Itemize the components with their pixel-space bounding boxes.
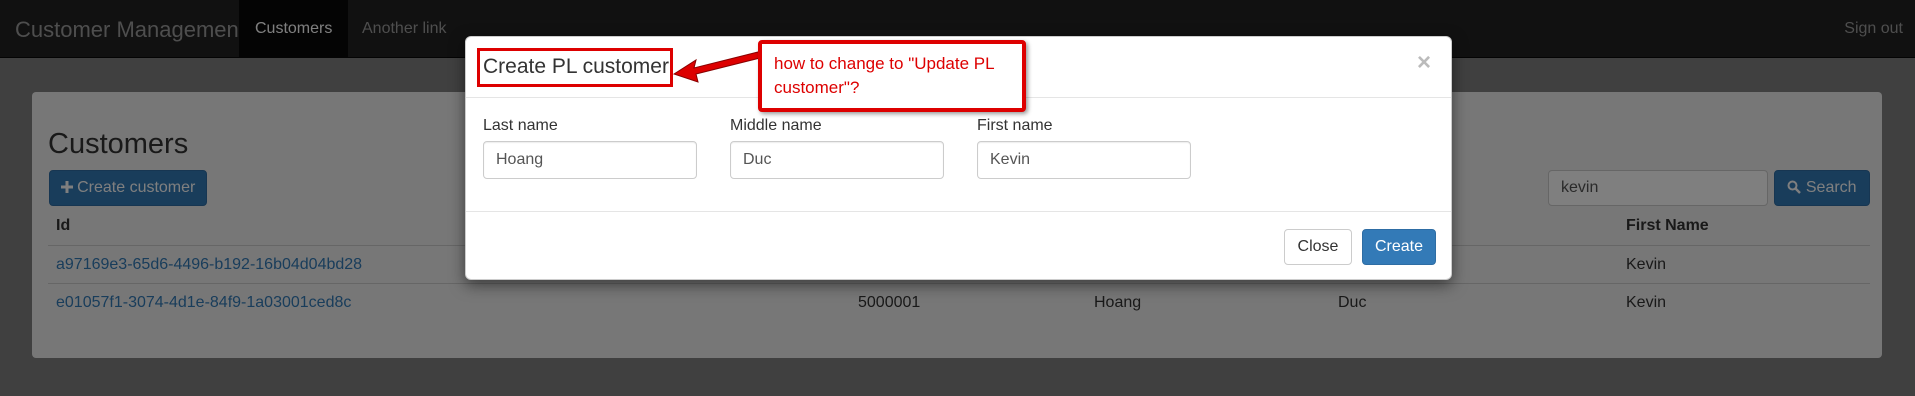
last-name-field[interactable] — [483, 141, 697, 179]
annotation-arrow-icon — [672, 51, 761, 83]
modal-footer-divider — [466, 211, 1451, 212]
first-name-field[interactable] — [977, 141, 1191, 179]
annotation-callout: how to change to "Update PL customer"? — [758, 40, 1026, 112]
annotation-highlight-box — [477, 48, 673, 87]
create-button[interactable]: Create — [1362, 229, 1436, 265]
middle-name-field[interactable] — [730, 141, 944, 179]
close-icon[interactable]: × — [1417, 49, 1431, 77]
first-name-label: First name — [977, 117, 1053, 134]
close-button[interactable]: Close — [1284, 229, 1352, 265]
last-name-label: Last name — [483, 117, 558, 134]
middle-name-label: Middle name — [730, 117, 822, 134]
